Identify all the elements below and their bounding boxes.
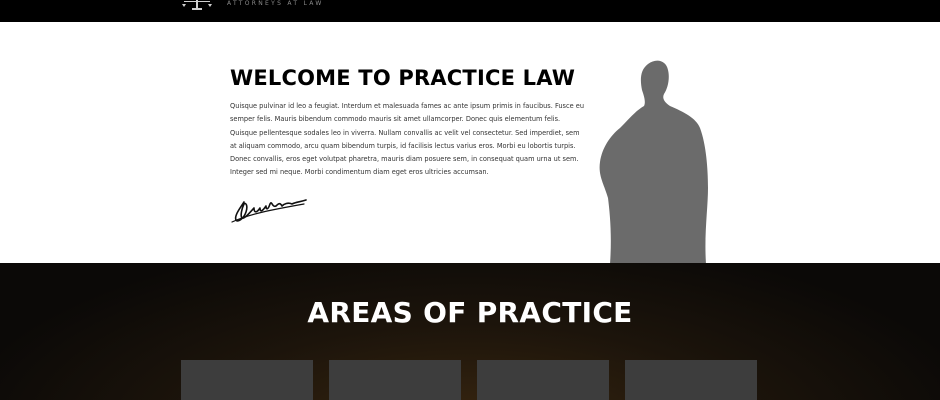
areas-title: AREAS OF PRACTICE (307, 296, 633, 329)
welcome-title: WELCOME TO PRACTICE LAW (230, 66, 576, 90)
practice-card-2[interactable] (329, 360, 461, 400)
practice-card-1[interactable] (181, 360, 313, 400)
welcome-section: WELCOME TO PRACTICE LAW Quisque pulvinar… (0, 22, 940, 263)
practice-card-4[interactable] (625, 360, 757, 400)
areas-of-practice-section: AREAS OF PRACTICE (0, 263, 940, 400)
practice-card-3[interactable] (477, 360, 609, 400)
practice-cards (0, 360, 940, 400)
welcome-paragraph: Quisque pulvinar id leo a feugiat. Inter… (230, 102, 584, 177)
signature-image (231, 199, 307, 223)
scales-of-justice-icon[interactable] (180, 0, 214, 10)
top-navigation-bar: ATTORNEYS AT LAW (0, 0, 940, 22)
logo-tagline: ATTORNEYS AT LAW (227, 0, 324, 7)
attorney-silhouette-image (599, 60, 708, 263)
